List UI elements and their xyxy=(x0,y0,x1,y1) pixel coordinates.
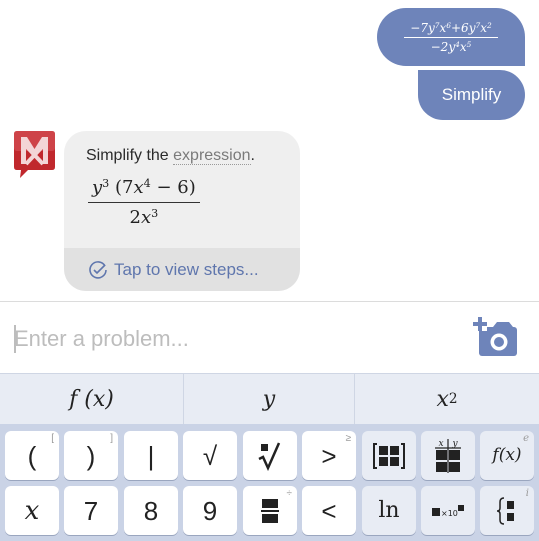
key-label: ln xyxy=(378,497,400,523)
key-9[interactable]: 9 xyxy=(183,486,237,535)
tab-variable[interactable]: y xyxy=(183,374,354,424)
result-denominator: 2x3 xyxy=(130,203,159,228)
res-exp: 3 xyxy=(151,206,159,220)
user-expression-numerator: −7y7x6+6y7x2 xyxy=(404,20,498,38)
res-exp: 4 xyxy=(143,176,151,190)
res-var: y xyxy=(92,177,103,198)
nth-root-icon xyxy=(258,441,281,471)
key-secondary-label: e xyxy=(523,433,529,444)
key-less-than[interactable]: < xyxy=(302,486,356,535)
key-secondary-label: i xyxy=(525,488,529,499)
key-close-paren[interactable]: ) ] xyxy=(64,431,118,480)
key-secondary-label: ÷ xyxy=(286,488,293,499)
matrix-icon xyxy=(373,442,405,469)
user-message-command[interactable]: Simplify xyxy=(418,70,525,120)
tab-power-base: x xyxy=(436,386,449,412)
view-steps-button[interactable]: Tap to view steps... xyxy=(64,248,300,291)
num-var: y xyxy=(427,20,435,35)
key-label: < xyxy=(321,495,337,526)
res-term: − 6) xyxy=(150,177,196,198)
tab-function[interactable]: f (x) xyxy=(0,374,183,424)
input-divider xyxy=(0,301,539,302)
check-circle-icon xyxy=(89,260,107,279)
tab-power[interactable]: x2 xyxy=(354,374,539,424)
user-message-expression[interactable]: −7y7x6+6y7x2 −2y4x5 xyxy=(377,8,525,66)
key-nth-root[interactable] xyxy=(243,431,297,480)
key-label: ) xyxy=(86,440,96,471)
key-8[interactable]: 8 xyxy=(124,486,178,535)
table-icon: x y xyxy=(435,438,461,473)
key-label: x xyxy=(24,495,40,526)
key-absolute-value[interactable]: | xyxy=(124,431,178,480)
keyboard-tabs: f (x) y x2 xyxy=(0,373,539,424)
key-x[interactable]: x xyxy=(5,486,59,535)
svg-text:×10: ×10 xyxy=(441,509,458,518)
den-exp: 5 xyxy=(466,39,472,49)
key-fraction[interactable]: ÷ xyxy=(243,486,297,535)
key-label: 7 xyxy=(83,495,99,526)
scientific-notation-icon: ×10 xyxy=(432,504,464,518)
mathway-logo-icon xyxy=(14,131,55,178)
key-square-root[interactable]: √ xyxy=(183,431,237,480)
problem-input[interactable] xyxy=(14,322,444,356)
key-open-paren[interactable]: ( [ xyxy=(5,431,59,480)
expression-definition-link[interactable]: expression xyxy=(173,147,251,165)
intro-text: Simplify the xyxy=(86,147,169,164)
num-term: −7 xyxy=(410,20,428,35)
num-var: x xyxy=(480,20,487,35)
intro-period: . xyxy=(250,147,255,164)
key-label: 8 xyxy=(143,495,159,526)
num-term: +6 xyxy=(451,20,469,35)
num-exp: 2 xyxy=(487,20,492,30)
den-term: −2 xyxy=(430,39,449,54)
fraction-icon xyxy=(261,498,279,523)
den-var: x xyxy=(459,39,467,54)
key-label: 9 xyxy=(202,495,218,526)
key-label: f(x) xyxy=(492,445,522,465)
bot-response-card: Simplify the expression. y3 (7x4 − 6) 2x… xyxy=(64,131,300,291)
keypad: ( [ ) ] | √ > ≥ x y f(x) e x 7 8 9 ÷ < l… xyxy=(0,424,539,541)
key-function[interactable]: f(x) e xyxy=(480,431,534,480)
user-expression-denominator: −2y4x5 xyxy=(431,38,472,54)
key-piecewise[interactable]: i xyxy=(480,486,534,535)
res-var: x xyxy=(140,207,152,228)
key-table[interactable]: x y xyxy=(421,431,475,480)
key-label: ( xyxy=(27,440,37,471)
res-term: 2 xyxy=(129,207,141,228)
key-matrix[interactable] xyxy=(362,431,416,480)
result-fraction: y3 (7x4 − 6) 2x3 xyxy=(88,177,200,228)
key-7[interactable]: 7 xyxy=(64,486,118,535)
piecewise-icon xyxy=(496,496,514,525)
view-steps-label: Tap to view steps... xyxy=(114,259,259,279)
bot-intro-text: Simplify the expression. xyxy=(86,147,255,165)
key-secondary-label: ≥ xyxy=(345,433,352,444)
key-label: > xyxy=(321,440,337,471)
key-label: √ xyxy=(202,440,218,471)
res-term: (7 xyxy=(109,177,134,198)
add-photo-camera-icon[interactable] xyxy=(473,317,518,357)
result-numerator: y3 (7x4 − 6) xyxy=(88,177,200,203)
key-label: | xyxy=(147,440,155,471)
res-var: x xyxy=(133,177,144,198)
key-secondary-label: [ xyxy=(51,433,54,444)
key-secondary-label: ] xyxy=(110,433,113,444)
key-scientific-notation[interactable]: ×10 xyxy=(421,486,475,535)
key-natural-log[interactable]: ln xyxy=(362,486,416,535)
key-greater-than[interactable]: > ≥ xyxy=(302,431,356,480)
